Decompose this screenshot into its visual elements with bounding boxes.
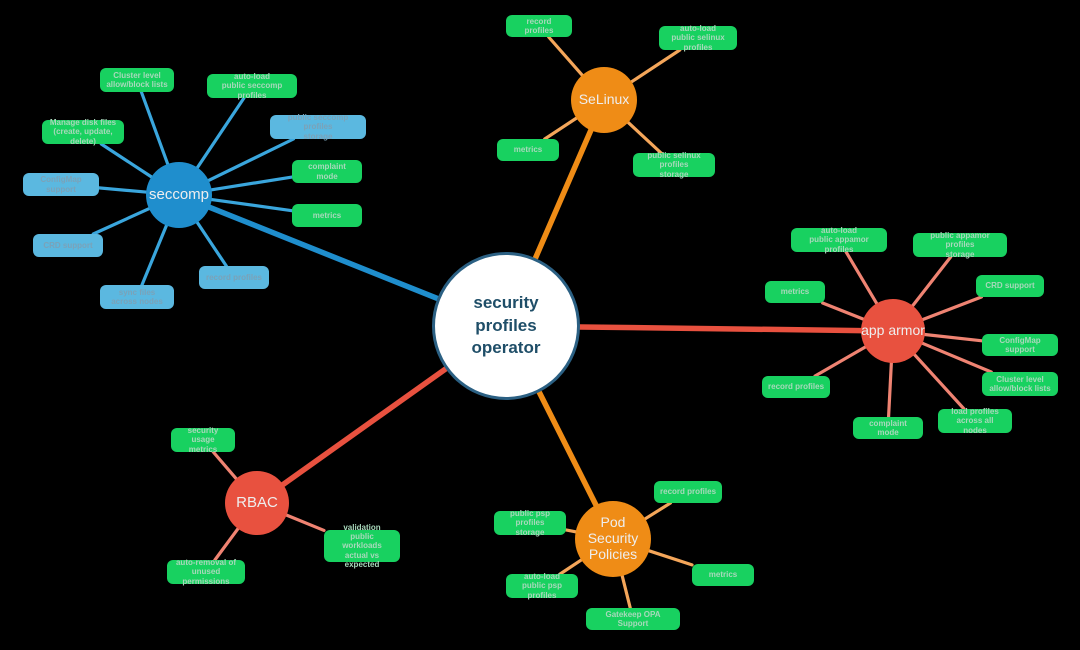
leaf-node-psp-4[interactable]: Gatekeep OPA Support bbox=[586, 608, 680, 630]
leaf-node-psp-3[interactable]: auto-load public psp profiles bbox=[506, 572, 578, 600]
leaf-node-label: metrics bbox=[708, 570, 738, 580]
leaf-node-apparmor-7[interactable]: record profiles bbox=[762, 376, 830, 398]
leaf-node-label: CRD support bbox=[985, 281, 1035, 291]
leaf-node-seccomp-0[interactable]: Cluster level allow/block lists bbox=[100, 68, 174, 92]
leaf-node-seccomp-6[interactable]: metrics bbox=[292, 204, 362, 227]
leaf-node-seccomp-8[interactable]: record profiles bbox=[199, 266, 269, 289]
leaf-node-apparmor-5[interactable]: Cluster level allow/block lists bbox=[982, 372, 1058, 396]
leaf-node-label: complaint mode bbox=[308, 162, 346, 181]
leaf-node-seccomp-5[interactable]: complaint mode bbox=[292, 160, 362, 183]
leaf-node-label: CRD support bbox=[43, 240, 93, 250]
root-node-label: security profiles operator bbox=[471, 292, 541, 358]
leaf-node-label: record profiles bbox=[524, 16, 554, 35]
leaf-node-label: Gatekeep OPA Support bbox=[605, 609, 661, 628]
leaf-node-label: Cluster level allow/block lists bbox=[106, 70, 168, 89]
leaf-node-selinux-3[interactable]: public selinux profiles storage bbox=[633, 151, 715, 179]
leaf-node-label: auto-load public selinux profiles bbox=[671, 24, 725, 52]
leaf-node-label: auto-load public seccomp profiles bbox=[221, 72, 283, 100]
branch-hub-psp[interactable]: Pod Security Policies bbox=[575, 501, 651, 577]
leaf-node-label: record profiles bbox=[205, 272, 262, 282]
leaf-node-seccomp-3[interactable]: public seccomp profiles storage bbox=[270, 113, 366, 141]
leaf-node-label: load profiles across all nodes bbox=[951, 407, 999, 435]
leaf-node-label: Cluster level allow/block lists bbox=[989, 374, 1051, 393]
branch-hub-label-seccomp: seccomp bbox=[148, 185, 210, 203]
leaf-node-label: metrics bbox=[513, 145, 543, 155]
leaf-node-label: public appamor profiles storage bbox=[930, 231, 990, 259]
branch-hub-label-rbac: RBAC bbox=[236, 493, 278, 511]
mindmap-canvas: security profiles operator seccomp Cluster… bbox=[0, 0, 1080, 650]
leaf-node-label: record profiles bbox=[660, 487, 717, 497]
leaf-node-label: auto-load public psp profiles bbox=[522, 572, 562, 600]
leaf-node-seccomp-2[interactable]: Manage disk files (create, update, delet… bbox=[42, 118, 124, 146]
leaf-node-apparmor-3[interactable]: metrics bbox=[765, 281, 825, 303]
leaf-node-apparmor-0[interactable]: auto-load public appamor profiles bbox=[791, 226, 887, 254]
leaf-node-apparmor-8[interactable]: complaint mode bbox=[853, 417, 923, 439]
leaf-node-seccomp-4[interactable]: ConfigMap support bbox=[23, 173, 99, 196]
branch-hub-apparmor[interactable]: app armor bbox=[861, 299, 925, 363]
leaf-node-label: public selinux profiles storage bbox=[647, 151, 701, 179]
leaf-node-seccomp-1[interactable]: auto-load public seccomp profiles bbox=[207, 72, 297, 100]
node-layer: security profiles operator seccomp Cluster… bbox=[0, 0, 1080, 650]
branch-hub-rbac[interactable]: RBAC bbox=[225, 471, 289, 535]
leaf-node-label: sync files across nodes bbox=[111, 287, 163, 306]
leaf-node-apparmor-4[interactable]: ConfigMap support bbox=[982, 334, 1058, 356]
leaf-node-seccomp-7[interactable]: CRD support bbox=[33, 234, 103, 257]
leaf-node-label: auto-removal of unused permissions bbox=[175, 558, 236, 586]
leaf-node-label: record profiles bbox=[768, 382, 825, 392]
leaf-node-apparmor-1[interactable]: public appamor profiles storage bbox=[913, 231, 1007, 259]
branch-hub-selinux[interactable]: SeLinux bbox=[571, 67, 637, 133]
leaf-node-label: ConfigMap support bbox=[999, 335, 1041, 354]
leaf-node-label: complaint mode bbox=[869, 418, 907, 437]
leaf-node-selinux-2[interactable]: metrics bbox=[497, 139, 559, 161]
leaf-node-label: metrics bbox=[312, 210, 342, 220]
leaf-node-apparmor-2[interactable]: CRD support bbox=[976, 275, 1044, 297]
leaf-node-label: metrics bbox=[780, 287, 810, 297]
leaf-node-label: ConfigMap support bbox=[40, 175, 82, 194]
leaf-node-rbac-1[interactable]: validation public workloads actual vs ex… bbox=[324, 523, 400, 569]
root-node-security-profiles-operator[interactable]: security profiles operator bbox=[432, 252, 580, 400]
leaf-node-selinux-1[interactable]: auto-load public selinux profiles bbox=[659, 24, 737, 52]
leaf-node-rbac-0[interactable]: security usage metrics bbox=[171, 426, 235, 454]
leaf-node-label: auto-load public appamor profiles bbox=[809, 226, 869, 254]
leaf-node-psp-2[interactable]: metrics bbox=[692, 564, 754, 586]
leaf-node-selinux-0[interactable]: record profiles bbox=[506, 15, 572, 37]
leaf-node-rbac-2[interactable]: auto-removal of unused permissions bbox=[167, 558, 245, 586]
branch-hub-label-psp: Pod Security Policies bbox=[587, 514, 639, 562]
leaf-node-seccomp-9[interactable]: sync files across nodes bbox=[100, 285, 174, 309]
branch-hub-seccomp[interactable]: seccomp bbox=[146, 162, 212, 228]
leaf-node-label: Manage disk files (create, update, delet… bbox=[49, 118, 117, 146]
branch-hub-label-selinux: SeLinux bbox=[578, 91, 630, 108]
leaf-node-label: public seccomp profiles storage bbox=[287, 113, 349, 141]
branch-hub-label-apparmor: app armor bbox=[861, 322, 925, 339]
leaf-node-label: validation public workloads actual vs ex… bbox=[342, 523, 382, 569]
leaf-node-psp-1[interactable]: public psp profiles storage bbox=[494, 509, 566, 537]
leaf-node-psp-0[interactable]: record profiles bbox=[654, 481, 722, 503]
leaf-node-label: public psp profiles storage bbox=[510, 509, 550, 537]
leaf-node-label: security usage metrics bbox=[187, 426, 219, 454]
leaf-node-apparmor-6[interactable]: load profiles across all nodes bbox=[938, 407, 1012, 435]
